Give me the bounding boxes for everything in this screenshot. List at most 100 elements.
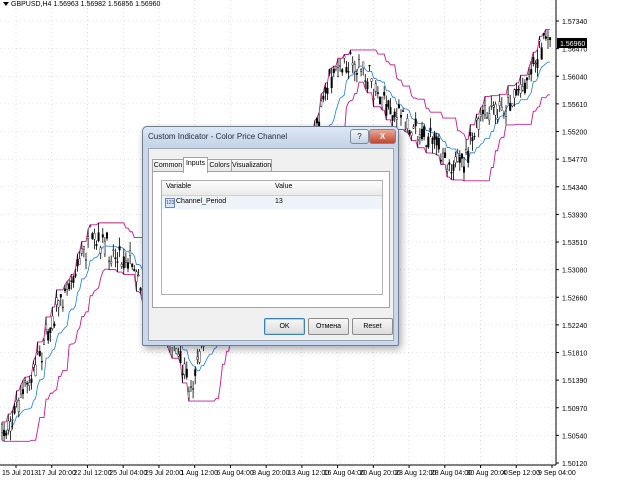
candle-body	[456, 153, 459, 162]
variable-cell[interactable]: Channel_Period	[176, 198, 226, 205]
candle-body	[84, 259, 87, 261]
reset-button[interactable]: Reset	[352, 318, 393, 335]
candle-body	[15, 399, 18, 403]
candle-body	[70, 280, 73, 282]
candle-body	[505, 110, 508, 117]
candle-body	[404, 129, 407, 132]
candle-body	[345, 67, 348, 73]
time-axis: 15 Jul 2013 17 Jul 20:0022 Jul 12:0025 Ju…	[2, 465, 576, 477]
candle-body	[28, 382, 31, 386]
candle-body	[473, 135, 476, 138]
candle-body	[448, 162, 451, 165]
candle-body	[353, 63, 356, 72]
candle-body	[9, 421, 12, 432]
value-cell[interactable]: 13	[275, 198, 283, 205]
price-label: 1.54340	[562, 185, 587, 192]
candle-body	[326, 88, 329, 94]
candle-body	[99, 247, 102, 254]
candle-body	[372, 98, 375, 100]
close-button[interactable]: X	[369, 129, 396, 144]
candle-body	[78, 258, 81, 265]
candle-body	[349, 52, 352, 54]
candle-body	[324, 87, 327, 93]
candle-body	[492, 105, 495, 108]
candle-body	[429, 127, 432, 132]
candle-body	[116, 261, 119, 263]
candle-body	[192, 388, 195, 390]
candle-body	[393, 111, 396, 118]
candle-body	[471, 137, 474, 142]
candle-body	[532, 57, 535, 64]
candle-body	[431, 138, 434, 144]
candle-body	[185, 368, 188, 378]
candle-body	[402, 110, 405, 112]
candle-body	[66, 284, 69, 290]
candle-body	[538, 39, 541, 42]
candle-body	[339, 65, 342, 67]
candle-body	[439, 159, 442, 162]
candle-body	[122, 256, 125, 269]
candle-body	[133, 268, 136, 272]
help-button[interactable]: ?	[350, 129, 369, 144]
price-label: 1.52240	[562, 323, 587, 330]
candle-body	[105, 232, 108, 239]
candle-body	[469, 131, 472, 137]
candle-body	[526, 77, 529, 81]
candle-body	[5, 432, 8, 436]
candle-body	[110, 260, 113, 264]
candle-body	[442, 152, 445, 164]
variable-column-header[interactable]: Variable	[166, 183, 191, 190]
candle-body	[446, 169, 449, 172]
candle-body	[3, 429, 6, 437]
cancel-button[interactable]: Отмена	[308, 318, 349, 335]
candle-body	[360, 69, 363, 72]
time-label: 1 Aug 12:00	[181, 470, 218, 477]
candle-body	[410, 132, 413, 136]
candle-body	[26, 382, 29, 385]
candle-body	[416, 139, 419, 142]
candle-body	[465, 149, 468, 153]
candle-body	[500, 106, 503, 111]
candle-body	[76, 258, 79, 267]
candle-body	[435, 136, 438, 146]
price-label: 1.53080	[562, 268, 587, 275]
candle-body	[381, 96, 384, 109]
candle-body	[395, 117, 398, 120]
candle-body	[343, 55, 346, 59]
candle-body	[91, 233, 94, 239]
candle-body	[408, 129, 411, 135]
price-label: 1.52660	[562, 295, 587, 302]
ok-button[interactable]: OK	[264, 318, 305, 335]
candle-body	[358, 59, 361, 68]
value-column-header[interactable]: Value	[275, 183, 292, 190]
price-label: 1.53510	[562, 240, 587, 247]
tab-inputs[interactable]: Inputs	[183, 157, 208, 173]
candle-body	[362, 61, 365, 69]
price-label: 1.54770	[562, 157, 587, 164]
time-label: 22 Jul 12:00	[73, 470, 111, 477]
price-label: 1.51810	[562, 351, 587, 358]
candle-body	[47, 330, 50, 341]
candle-body	[460, 153, 463, 159]
candle-body	[120, 263, 123, 267]
candle-body	[484, 105, 487, 116]
symbol-info: GBPUSD,H4 1.56963 1.56982 1.56856 1.5696…	[11, 1, 161, 8]
candle-body	[542, 32, 545, 36]
price-label: 1.55200	[562, 130, 587, 137]
candle-body	[547, 37, 550, 40]
candle-body	[320, 100, 323, 107]
candle-body	[175, 348, 178, 354]
candle-body	[549, 37, 552, 40]
candle-body	[389, 107, 392, 115]
candle-body	[95, 244, 98, 246]
time-label: 29 Jul 20:00	[145, 470, 183, 477]
candle-body	[45, 324, 48, 330]
candle-body	[101, 234, 104, 238]
candle-body	[38, 351, 41, 356]
candle-body	[347, 71, 350, 73]
candle-body	[7, 420, 10, 431]
candle-body	[368, 64, 371, 67]
table-row[interactable]: 123 Channel_Period 13	[162, 196, 382, 209]
custom-indicator-dialog: Custom Indicator - Color Price Channel ?…	[142, 126, 399, 346]
dialog-titlebar[interactable]: Custom Indicator - Color Price Channel ?…	[143, 127, 398, 147]
